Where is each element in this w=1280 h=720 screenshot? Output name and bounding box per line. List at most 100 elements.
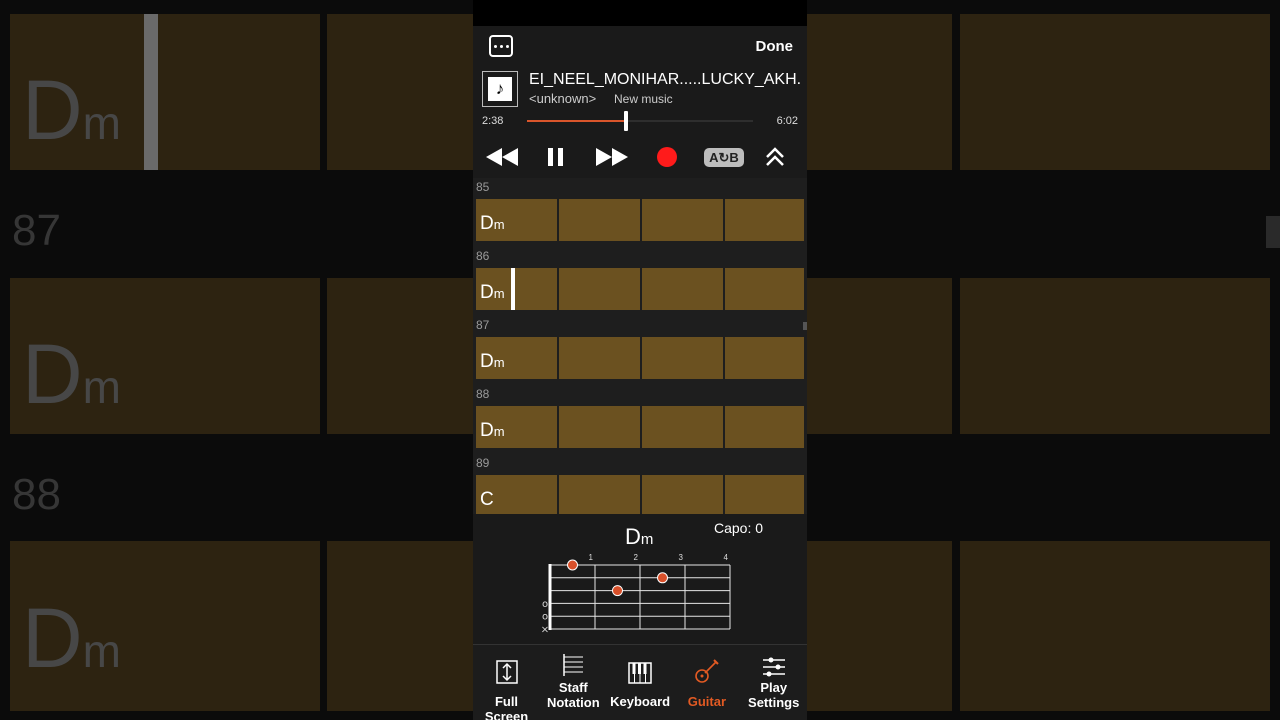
finger-dot (657, 572, 668, 584)
top-bar: Done (473, 26, 807, 68)
bg-cell (960, 278, 1270, 434)
tab-keyboard[interactable]: Keyboard (607, 653, 674, 709)
music-note-icon: ♪ (488, 77, 512, 101)
song-info: ♪ EI_NEEL_MONIHAR.....LUCKY_AKH... <unkn… (473, 68, 807, 116)
beat-cell[interactable]: Dm (476, 406, 557, 448)
beat-cell[interactable] (725, 406, 804, 448)
fast-forward-button[interactable] (593, 140, 631, 174)
rewind-button[interactable] (483, 140, 521, 174)
measure-beats: Dm (476, 337, 804, 379)
bg-scrollbar (1266, 216, 1280, 248)
beat-cell[interactable] (725, 337, 804, 379)
open-string-mark: o (542, 599, 548, 610)
beat-cell[interactable] (725, 475, 804, 514)
chord-root: D (480, 351, 494, 372)
tab-label: Keyboard (610, 694, 671, 709)
fret-number: 1 (589, 553, 594, 562)
chord-quality: m (493, 286, 505, 301)
more-menu-button[interactable] (489, 35, 513, 57)
fret-number: 3 (679, 553, 684, 562)
bg-playhead (144, 14, 158, 170)
staff-notation-icon (540, 653, 607, 680)
tab-full-screen[interactable]: Full Screen (473, 653, 540, 720)
pause-icon (548, 148, 563, 166)
beat-cell[interactable] (642, 199, 723, 241)
tab-label: Notation (546, 695, 600, 710)
transport-controls: A↻B (473, 140, 807, 176)
beat-cell[interactable]: Dm (476, 337, 557, 379)
measure-number: 89 (476, 456, 490, 470)
song-title: EI_NEEL_MONIHAR.....LUCKY_AKH... (529, 71, 801, 88)
measure-number: 87 (476, 318, 490, 332)
full-screen-icon (473, 653, 540, 687)
measure-row: 86 Dm (473, 247, 807, 316)
measure-number: 86 (476, 249, 490, 263)
tab-play[interactable]: Play Settings (740, 653, 807, 710)
seek-bar[interactable] (527, 120, 753, 122)
record-button[interactable] (655, 140, 679, 174)
beat-cell[interactable] (642, 268, 723, 310)
beat-cell[interactable] (559, 268, 640, 310)
beat-cell[interactable] (559, 475, 640, 514)
pause-button[interactable] (543, 140, 569, 174)
sliders-icon (740, 653, 807, 680)
beat-cell[interactable] (725, 268, 804, 310)
tab-guitar[interactable]: Guitar (673, 653, 740, 709)
bg-cell (327, 14, 473, 170)
beat-cell[interactable]: C (476, 475, 557, 514)
beat-cell[interactable] (559, 406, 640, 448)
tab-label: Play (760, 680, 788, 695)
status-bar (473, 0, 807, 26)
chord-label: Dm (480, 351, 505, 373)
bg-measure-number: 88 (12, 470, 61, 519)
finger-dot (567, 559, 578, 571)
chord-label: C (480, 489, 494, 511)
double-chevron-up-icon (766, 147, 784, 166)
chord-sheet[interactable]: 85 Dm 86 Dm 87 Dm 88 Dm 89 C (473, 178, 807, 514)
seek-thumb[interactable] (623, 111, 628, 131)
fret-number: 4 (724, 553, 729, 562)
tab-staff[interactable]: Staff Notation (540, 653, 607, 710)
sheet-scrollbar[interactable] (803, 322, 807, 330)
beat-cell[interactable] (725, 199, 804, 241)
beat-cell[interactable] (642, 337, 723, 379)
beat-cell[interactable]: Dm (476, 199, 557, 241)
beat-cell[interactable] (559, 199, 640, 241)
album-art: ♪ (482, 71, 518, 107)
chord-label: Dm (480, 213, 505, 235)
bottom-tab-bar: Full Screen Staff Notation Keyboard Guitar Pl… (473, 644, 807, 720)
ab-repeat-button[interactable]: A↻B (703, 140, 745, 174)
measure-row: 88 Dm (473, 385, 807, 454)
bg-chord: Dm (22, 63, 121, 157)
chord-label: Dm (480, 282, 505, 304)
beat-cell[interactable] (642, 406, 723, 448)
beat-cell[interactable]: Dm (476, 268, 557, 310)
bg-chord: Dm (22, 591, 121, 685)
measure-row: 85 Dm (473, 178, 807, 247)
chord-label: Dm (480, 420, 505, 442)
more-dots-icon (505, 44, 509, 48)
done-button[interactable]: Done (756, 38, 794, 55)
beat-cell[interactable] (642, 475, 723, 514)
bg-measure-number: 87 (12, 206, 61, 255)
measure-row: 89 C (473, 454, 807, 514)
phone-screen: Done ♪ EI_NEEL_MONIHAR.....LUCKY_AKH... … (473, 0, 807, 720)
open-string-mark: × (541, 625, 549, 636)
chord-root: C (480, 489, 494, 510)
seek-bar-fill (527, 120, 626, 122)
beat-cell[interactable] (559, 337, 640, 379)
measure-beats: Dm (476, 406, 804, 448)
song-album: New music (614, 92, 673, 106)
elapsed-time: 2:38 (482, 115, 504, 127)
guitar-chord-diagram: 1 2 3 4 oo × (541, 553, 731, 636)
chord-diagram-panel: Dm Capo: 0 1 2 3 4 o o × (473, 514, 807, 644)
tab-label: Staff (558, 680, 588, 695)
collapse-button[interactable] (763, 140, 787, 174)
measure-beats: Dm (476, 268, 804, 310)
bg-cell (807, 278, 952, 434)
rewind-icon (486, 148, 518, 166)
keyboard-icon (607, 653, 674, 687)
playhead (511, 268, 515, 310)
chord-root: D (480, 282, 494, 303)
more-dots-icon (493, 44, 497, 48)
